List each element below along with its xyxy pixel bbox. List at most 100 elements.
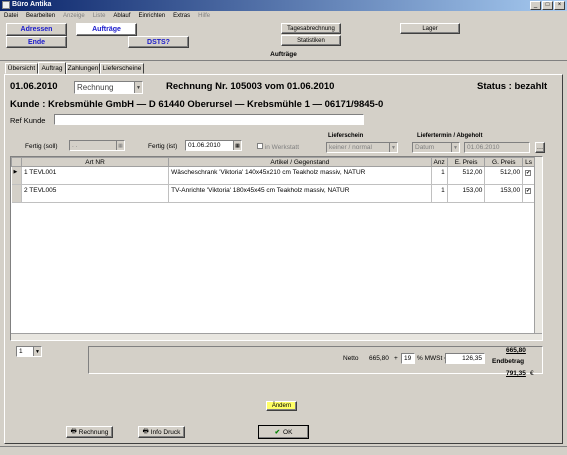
menu-liste[interactable]: Liste xyxy=(93,13,106,19)
check-icon[interactable]: ✔ xyxy=(525,170,532,176)
cell-epreis[interactable]: 512,00 xyxy=(447,166,486,185)
tab-uebersicht[interactable]: Übersicht xyxy=(5,63,38,74)
plus-sign: + xyxy=(394,355,398,362)
statistiken-button[interactable]: Statistiken xyxy=(281,35,341,46)
menu-datei[interactable]: Datei xyxy=(4,13,18,19)
menu-anzeige[interactable]: Anzeige xyxy=(63,13,85,19)
col-art-nr[interactable]: Art NR xyxy=(20,157,170,167)
endbetrag-label: Endbetrag xyxy=(492,358,525,365)
items-table: Art NR Artikel / Gegenstand Anz E. Preis… xyxy=(10,156,543,341)
info-druck-label: Info Druck xyxy=(150,428,181,436)
row-number: 2 xyxy=(23,187,28,194)
lager-button[interactable]: Lager xyxy=(400,23,460,34)
liefertermin-date-input[interactable]: 01.06.2010 xyxy=(464,142,530,153)
fertig-soll-value: . . xyxy=(72,142,78,149)
cell-gpreis[interactable]: 512,00 xyxy=(484,166,524,185)
liefertermin-picker-button[interactable]: … xyxy=(535,142,545,153)
info-druck-button[interactable]: 🖶 Info Druck xyxy=(138,426,185,438)
chevron-down-icon[interactable]: ▼ xyxy=(389,143,397,152)
cell-anz[interactable]: 1 xyxy=(431,184,448,203)
menu-hilfe[interactable]: Hilfe xyxy=(198,13,210,19)
check-icon[interactable]: ✔ xyxy=(525,188,532,194)
tab-lieferscheine[interactable]: Lieferscheine xyxy=(100,63,144,74)
chevron-down-icon[interactable]: ▼ xyxy=(451,143,459,152)
window-title: Büro Antika xyxy=(12,1,52,8)
mwst-rate-input[interactable]: 19 xyxy=(401,353,415,364)
cell-artikel[interactable]: TV-Anrichte 'Viktoria' 180x45x45 cm Teak… xyxy=(168,184,432,203)
tagesabrechnung-button[interactable]: Tagesabrechnung xyxy=(281,23,341,34)
minimize-icon[interactable]: _ xyxy=(530,1,541,10)
page-select[interactable]: 1 ▼ xyxy=(16,346,42,357)
rechnung-label: Rechnung xyxy=(78,428,109,436)
werkstatt-checkbox[interactable]: in Werkstatt xyxy=(257,143,299,151)
col-gpreis[interactable]: G. Preis xyxy=(484,157,524,167)
menu-extras[interactable]: Extras xyxy=(173,13,190,19)
close-icon[interactable]: × xyxy=(554,1,565,10)
col-ls[interactable]: Ls xyxy=(522,157,535,167)
fertig-ist-value: 01.06.2010 xyxy=(188,142,221,149)
fertig-soll-input[interactable]: . . ▦ xyxy=(69,140,125,151)
tab-auftrag[interactable]: Auftrag xyxy=(38,62,66,74)
lieferschein-select[interactable]: keiner / normal ▼ xyxy=(326,142,398,153)
table-row[interactable]: ▶ 1 TEVL001 Wäscheschrank 'Viktoria' 140… xyxy=(11,166,535,185)
maximize-icon[interactable]: □ xyxy=(542,1,553,10)
aendern-button[interactable]: Ändern xyxy=(266,401,297,411)
netto-label: Netto xyxy=(343,355,359,362)
menu-ablauf[interactable]: Ablauf xyxy=(113,13,130,19)
cell-gpreis[interactable]: 153,00 xyxy=(484,184,524,203)
ref-kunde-input[interactable] xyxy=(54,114,364,125)
printer-icon: 🖶 xyxy=(70,427,77,435)
cell-art-nr[interactable]: 1 TEVL001 xyxy=(21,166,170,185)
checkbox-icon[interactable] xyxy=(257,143,263,149)
menu-bearbeiten[interactable]: Bearbeiten xyxy=(26,13,55,19)
lieferschein-label: Lieferschein xyxy=(328,133,364,139)
ende-button[interactable]: Ende xyxy=(6,36,67,48)
cell-epreis[interactable]: 153,00 xyxy=(447,184,486,203)
horizontal-scrollbar[interactable] xyxy=(11,333,542,340)
sum-value: 665,80 xyxy=(506,347,526,354)
row-pointer-icon[interactable]: ▶ xyxy=(11,166,22,185)
endbetrag-value: 791,35 xyxy=(506,370,526,377)
col-anz[interactable]: Anz xyxy=(430,157,448,167)
doc-type-select[interactable]: Rechnung ▼ xyxy=(74,81,143,94)
app-icon xyxy=(2,1,10,9)
liefertermin-type-select[interactable]: Datum ▼ xyxy=(412,142,460,153)
col-artikel[interactable]: Artikel / Gegenstand xyxy=(168,157,432,167)
rechnung-button[interactable]: 🖶 Rechnung xyxy=(66,426,113,438)
fertig-ist-label: Fertig (ist) xyxy=(148,143,178,150)
vertical-scrollbar[interactable] xyxy=(534,157,542,340)
col-epreis[interactable]: E. Preis xyxy=(446,157,486,167)
chevron-down-icon[interactable]: ▼ xyxy=(33,347,41,356)
fertig-ist-input[interactable]: 01.06.2010 ▦ xyxy=(185,140,242,151)
liefertermin-label: Liefertermin / Abgeholt xyxy=(417,133,483,139)
ok-label: OK xyxy=(283,428,293,436)
row-selector[interactable] xyxy=(11,184,22,203)
auftraege-button[interactable]: Aufträge xyxy=(76,23,137,36)
doc-type-value: Rechnung xyxy=(77,83,114,92)
cell-ls[interactable]: ✔ xyxy=(522,184,535,203)
adressen-button[interactable]: Adressen xyxy=(6,23,67,36)
calendar-icon[interactable]: ▦ xyxy=(233,141,241,150)
art-nr-value: TEVL001 xyxy=(29,169,57,176)
art-nr-value: TEVL005 xyxy=(29,187,57,194)
page-select-value: 1 xyxy=(19,348,23,355)
table-row[interactable]: 2 TEVL005 TV-Anrichte 'Viktoria' 180x45x… xyxy=(11,184,535,203)
werkstatt-label: in Werkstatt xyxy=(264,144,300,151)
menu-einrichten[interactable]: Einrichten xyxy=(138,13,165,19)
status-badge: Status : bezahlt xyxy=(477,81,548,92)
cell-ls[interactable]: ✔ xyxy=(522,166,535,185)
divider xyxy=(0,60,567,61)
mwst-label: % MWSt = xyxy=(417,355,448,362)
calendar-icon[interactable]: ▦ xyxy=(116,141,124,150)
title-bar: Büro Antika _ □ × xyxy=(0,0,567,11)
cell-art-nr[interactable]: 2 TEVL005 xyxy=(21,184,170,203)
cell-anz[interactable]: 1 xyxy=(431,166,448,185)
cell-artikel[interactable]: Wäscheschrank 'Viktoria' 140x45x210 cm T… xyxy=(168,166,432,185)
checkmark-icon: ✔ xyxy=(274,429,281,436)
dsts-button[interactable]: DSTS? xyxy=(128,36,189,48)
chevron-down-icon[interactable]: ▼ xyxy=(134,82,142,93)
fertig-soll-label: Fertig (soll) xyxy=(25,143,58,150)
ok-button[interactable]: ✔ OK xyxy=(258,425,309,439)
liefertermin-type-value: Datum xyxy=(415,144,435,151)
tab-zahlungen[interactable]: Zahlungen xyxy=(66,63,100,74)
